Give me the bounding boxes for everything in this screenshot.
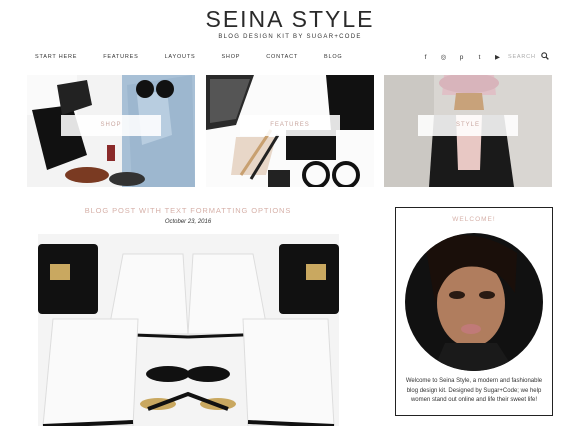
tile-label-features: FEATURES bbox=[240, 115, 340, 136]
widget-text: Welcome to Seina Style, a modern and fas… bbox=[405, 378, 543, 403]
nav-item-blog[interactable]: BLOG bbox=[324, 54, 342, 60]
nav-item-shop[interactable]: SHOP bbox=[221, 54, 240, 60]
post-title[interactable]: BLOG POST WITH TEXT FORMATTING OPTIONS bbox=[38, 206, 338, 215]
site-tagline: BLOG DESIGN KIT BY SUGAR+CODE bbox=[218, 34, 362, 40]
nav-item-layouts[interactable]: LAYOUTS bbox=[165, 54, 196, 60]
post-image-photo bbox=[38, 234, 339, 426]
twitter-icon[interactable]: t bbox=[476, 54, 483, 61]
post-image[interactable] bbox=[38, 234, 339, 426]
widget-avatar bbox=[405, 233, 543, 371]
instagram-icon[interactable]: ◎ bbox=[440, 53, 447, 61]
search-icon[interactable] bbox=[541, 52, 549, 62]
search-input[interactable]: SEARCH bbox=[508, 54, 536, 60]
social-links: f ◎ p t ▶ bbox=[422, 53, 512, 62]
welcome-widget: WELCOME! Welcome to Seina Style, a moder… bbox=[395, 207, 553, 416]
widget-title: WELCOME! bbox=[452, 216, 496, 223]
style-tile[interactable]: STYLE bbox=[384, 75, 552, 187]
tile-label-style: STYLE bbox=[418, 115, 518, 136]
youtube-icon[interactable]: ▶ bbox=[494, 53, 501, 61]
site-title[interactable]: SEINA STYLE bbox=[0, 6, 580, 33]
shop-tile[interactable]: SHOP bbox=[27, 75, 195, 187]
pinterest-icon[interactable]: p bbox=[458, 54, 465, 61]
nav-item-start-here[interactable]: START HERE bbox=[35, 54, 77, 60]
main-nav: START HERE FEATURES LAYOUTS SHOP CONTACT… bbox=[35, 54, 369, 60]
facebook-icon[interactable]: f bbox=[422, 54, 429, 61]
tile-label-shop: SHOP bbox=[61, 115, 161, 136]
post-date: October 23, 2016 bbox=[164, 219, 212, 225]
nav-item-contact[interactable]: CONTACT bbox=[266, 54, 298, 60]
avatar-photo bbox=[405, 233, 543, 371]
nav-item-features[interactable]: FEATURES bbox=[103, 54, 138, 60]
features-tile[interactable]: FEATURES bbox=[206, 75, 374, 187]
